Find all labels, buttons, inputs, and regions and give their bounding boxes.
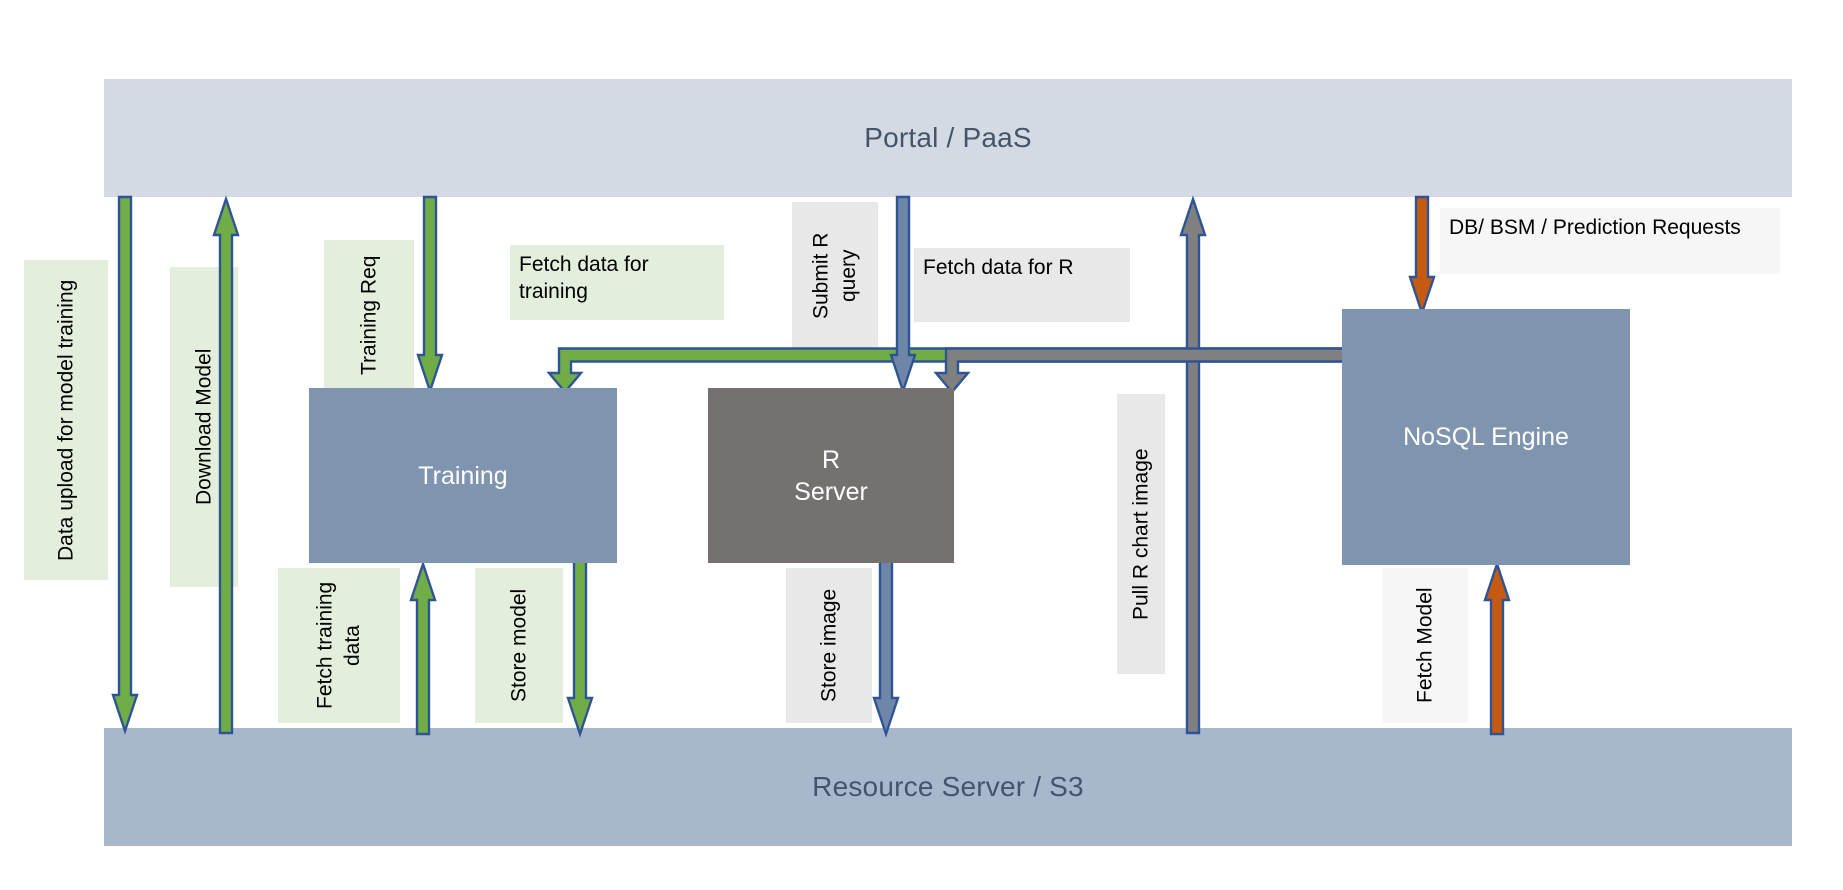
node-training-label: Training [418, 461, 508, 490]
arrow-fetch-data-for-r[interactable] [927, 340, 1349, 394]
arrow-fetch-model[interactable] [1483, 560, 1511, 736]
diagram-canvas: Portal / PaaS Resource Server / S3 Data … [0, 0, 1843, 890]
portal-paas-label: Portal / PaaS [864, 122, 1032, 153]
arrow-store-image[interactable] [872, 558, 900, 738]
arrow-fetch-training-data[interactable] [409, 560, 437, 736]
resource-server-label: Resource Server / S3 [812, 771, 1084, 802]
label-fetch-data-for-training: Fetch data for training [510, 245, 724, 320]
label-pull-r-chart-image: Pull R chart image [1117, 394, 1165, 674]
node-r-server-label-line1: R [821, 445, 841, 474]
label-fetch-data-for-r: Fetch data for R [914, 248, 1130, 322]
label-fetch-training-data: Fetch training data [278, 568, 400, 723]
node-nosql-engine-label: NoSQL Engine [1403, 423, 1569, 451]
label-data-upload: Data upload for model training [24, 260, 108, 580]
label-fetch-model: Fetch Model [1382, 568, 1468, 723]
arrow-submit-r-query[interactable] [889, 195, 917, 395]
label-store-image: Store image [786, 568, 872, 723]
label-training-req: Training Req [324, 240, 414, 390]
node-r-server-label-line2: Server [794, 477, 868, 506]
node-r-server[interactable]: R Server [708, 388, 954, 563]
label-store-model: Store model [475, 568, 563, 723]
arrow-download-model[interactable] [212, 195, 240, 735]
label-db-bsm-prediction-requests: DB/ BSM / Prediction Requests [1440, 208, 1780, 274]
arrow-data-upload[interactable] [111, 195, 139, 735]
resource-server-band[interactable]: Resource Server / S3 [104, 728, 1792, 846]
node-nosql-engine[interactable]: NoSQL Engine [1342, 309, 1630, 565]
arrow-db-bsm-prediction-requests[interactable] [1408, 195, 1436, 317]
arrow-store-model[interactable] [566, 558, 594, 738]
label-submit-r-query: Submit R query [792, 202, 878, 350]
arrow-training-req[interactable] [416, 195, 444, 395]
portal-paas-band[interactable]: Portal / PaaS [104, 79, 1792, 197]
arrow-pull-r-chart-image[interactable] [1179, 195, 1207, 735]
node-training[interactable]: Training [309, 388, 617, 563]
